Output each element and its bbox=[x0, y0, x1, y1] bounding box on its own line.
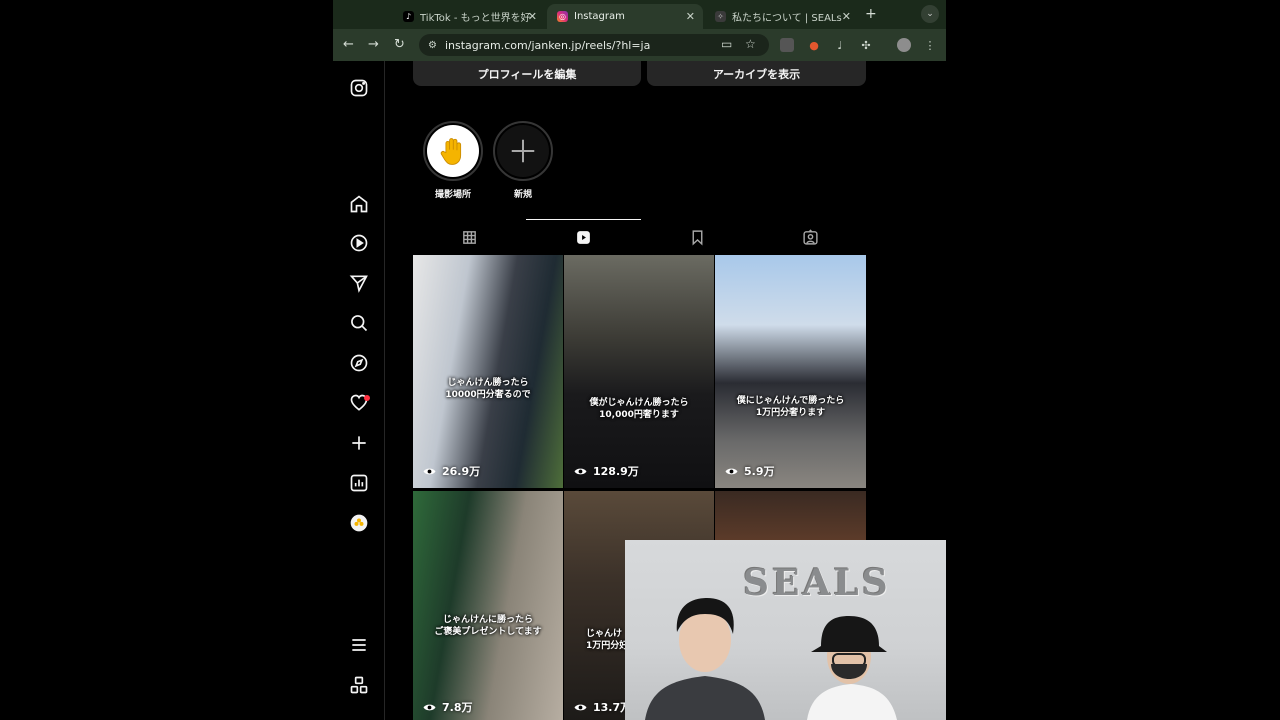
presenters-illustration bbox=[645, 598, 897, 720]
more-vertical-icon[interactable]: ⋮ bbox=[923, 38, 937, 52]
reel-caption: 僕にじゃんけんで勝ったら 1万円分奢ります bbox=[715, 395, 866, 419]
caption-line: ご褒美プレゼントしてます bbox=[434, 627, 542, 637]
raised-hand-icon bbox=[427, 125, 479, 177]
caption-line: 僕にじゃんけんで勝ったら bbox=[736, 396, 845, 406]
video-frame: ♪ TikTok - もっと世界を好きに ✕ ◎ Instagram ✕ ✧ 私… bbox=[0, 0, 1280, 720]
close-icon[interactable]: ✕ bbox=[528, 10, 537, 23]
caption-line: 10000円分奢るので bbox=[445, 390, 531, 400]
view-archive-button[interactable]: アーカイブを表示 bbox=[647, 61, 866, 86]
reel-thumbnail bbox=[564, 255, 714, 488]
reload-button[interactable]: ↻ bbox=[394, 37, 405, 53]
reels-icon bbox=[577, 231, 590, 244]
reel-thumbnail bbox=[715, 255, 866, 488]
reel-caption: じゃんけんに勝ったら ご褒美プレゼントしてます bbox=[413, 614, 563, 638]
extensions-puzzle-icon[interactable]: ✣ bbox=[859, 38, 873, 52]
new-tab-button[interactable]: + bbox=[865, 6, 877, 22]
bookmark-star-icon[interactable]: ☆ bbox=[745, 37, 756, 51]
reel-tile[interactable]: 僕がじゃんけん勝ったら 10,000円奢ります 128.9万 bbox=[564, 255, 714, 488]
back-button[interactable]: ← bbox=[343, 37, 354, 53]
url-text: instagram.com/janken.jp/reels/?hl=ja bbox=[444, 38, 651, 52]
view-count-text: 5.9万 bbox=[744, 465, 775, 478]
caption-line: じゃんけんに勝ったら bbox=[442, 615, 533, 625]
extension-chat-icon[interactable] bbox=[780, 38, 794, 52]
reel-view-count: 26.9万 bbox=[423, 463, 480, 479]
reel-view-count: 13.7万 bbox=[574, 699, 631, 715]
reels-nav-icon[interactable] bbox=[349, 233, 369, 253]
edit-profile-button[interactable]: プロフィールを編集 bbox=[413, 61, 641, 86]
tab-reels[interactable] bbox=[526, 219, 641, 255]
close-icon[interactable]: ✕ bbox=[686, 10, 695, 23]
tab-label: 私たちについて | SEALs bbox=[732, 13, 842, 24]
highlight-ring bbox=[493, 121, 553, 181]
reel-tile[interactable]: 僕にじゃんけんで勝ったら 1万円分奢ります 5.9万 bbox=[715, 255, 866, 488]
insights-chart-icon[interactable] bbox=[349, 473, 369, 493]
caption-line: 僕がじゃんけん勝ったら bbox=[589, 398, 689, 408]
posts-grid-icon bbox=[463, 230, 476, 244]
tab-label: TikTok - もっと世界を好きに bbox=[420, 13, 532, 24]
caption-line: 10,000円奢ります bbox=[599, 410, 679, 420]
reel-tile[interactable]: じゃんけん勝ったら 10000円分奢るので 26.9万 bbox=[413, 255, 563, 488]
eye-icon bbox=[574, 468, 587, 474]
tab-instagram[interactable]: ◎ Instagram ✕ bbox=[547, 4, 703, 29]
create-plus-icon[interactable] bbox=[349, 433, 369, 453]
search-icon[interactable] bbox=[349, 313, 369, 333]
tab-strip: ♪ TikTok - もっと世界を好きに ✕ ◎ Instagram ✕ ✧ 私… bbox=[333, 0, 946, 29]
view-count-text: 128.9万 bbox=[593, 465, 639, 478]
tab-posts[interactable] bbox=[413, 219, 526, 255]
reel-thumbnail bbox=[413, 255, 563, 488]
instagram-logo-icon[interactable] bbox=[349, 78, 369, 98]
eye-icon bbox=[725, 468, 738, 474]
extension-fox-icon[interactable]: ● bbox=[807, 38, 821, 52]
eye-icon bbox=[423, 468, 436, 474]
tab-search-button[interactable]: ⌄ bbox=[921, 5, 939, 23]
explore-compass-icon[interactable] bbox=[349, 353, 369, 373]
tab-tiktok[interactable]: ♪ TikTok - もっと世界を好きに ✕ bbox=[393, 4, 545, 29]
tab-label: Instagram bbox=[574, 11, 625, 22]
instagram-icon: ◎ bbox=[557, 11, 568, 22]
address-bar[interactable]: ⚙ instagram.com/janken.jp/reels/?hl=ja ▭… bbox=[419, 34, 769, 56]
highlight-new[interactable]: 新規 bbox=[492, 121, 554, 200]
caption-line: 1万円分奢ります bbox=[755, 408, 826, 418]
seals-icon: ✧ bbox=[715, 11, 726, 22]
eye-icon bbox=[423, 704, 436, 710]
messages-send-icon[interactable] bbox=[349, 273, 369, 293]
tab-tagged[interactable] bbox=[754, 219, 867, 255]
avatar[interactable] bbox=[897, 38, 911, 52]
tab-seals[interactable]: ✧ 私たちについて | SEALs ✕ bbox=[705, 4, 859, 29]
reel-caption: じゃんけん勝ったら 10000円分奢るので bbox=[413, 377, 563, 401]
highlight-ring bbox=[423, 121, 483, 181]
reel-view-count: 128.9万 bbox=[574, 463, 639, 479]
highlight-location[interactable]: 撮影場所 bbox=[422, 121, 484, 200]
browser-toolbar: ← → ↻ ⚙ instagram.com/janken.jp/reels/?h… bbox=[333, 29, 946, 61]
sidebar bbox=[333, 61, 385, 720]
menu-hamburger-icon[interactable] bbox=[349, 635, 369, 655]
view-count-text: 26.9万 bbox=[442, 465, 481, 478]
tagged-icon bbox=[803, 228, 818, 245]
caption-line: じゃんけん勝ったら bbox=[447, 378, 529, 388]
site-settings-icon[interactable]: ⚙ bbox=[428, 40, 437, 51]
reel-view-count: 5.9万 bbox=[725, 463, 775, 479]
profile-tabs bbox=[413, 219, 866, 255]
reel-tile[interactable]: じゃんけんに勝ったら ご褒美プレゼントしてます 7.8万 bbox=[413, 491, 563, 720]
highlight-label: 新規 bbox=[513, 190, 532, 200]
highlight-label: 撮影場所 bbox=[434, 190, 471, 200]
also-from-meta-icon[interactable] bbox=[349, 675, 369, 695]
forward-button[interactable]: → bbox=[368, 37, 379, 53]
reel-thumbnail bbox=[413, 491, 563, 720]
home-icon[interactable] bbox=[349, 194, 369, 214]
profile-avatar-icon[interactable] bbox=[349, 513, 369, 533]
saved-icon bbox=[692, 229, 703, 245]
view-count-text: 7.8万 bbox=[442, 701, 473, 714]
webcam-overlay: SEALS bbox=[625, 540, 946, 720]
notification-dot bbox=[364, 395, 370, 401]
reel-caption: 僕がじゃんけん勝ったら 10,000円奢ります bbox=[564, 397, 714, 421]
tiktok-icon: ♪ bbox=[403, 11, 414, 22]
close-icon[interactable]: ✕ bbox=[842, 10, 851, 23]
plus-icon bbox=[497, 125, 549, 177]
eye-icon bbox=[574, 704, 587, 710]
cast-icon[interactable]: ▭ bbox=[721, 37, 732, 51]
microphone-icon[interactable]: ♩ bbox=[833, 38, 847, 52]
reel-view-count: 7.8万 bbox=[423, 699, 473, 715]
tab-saved[interactable] bbox=[641, 219, 754, 255]
